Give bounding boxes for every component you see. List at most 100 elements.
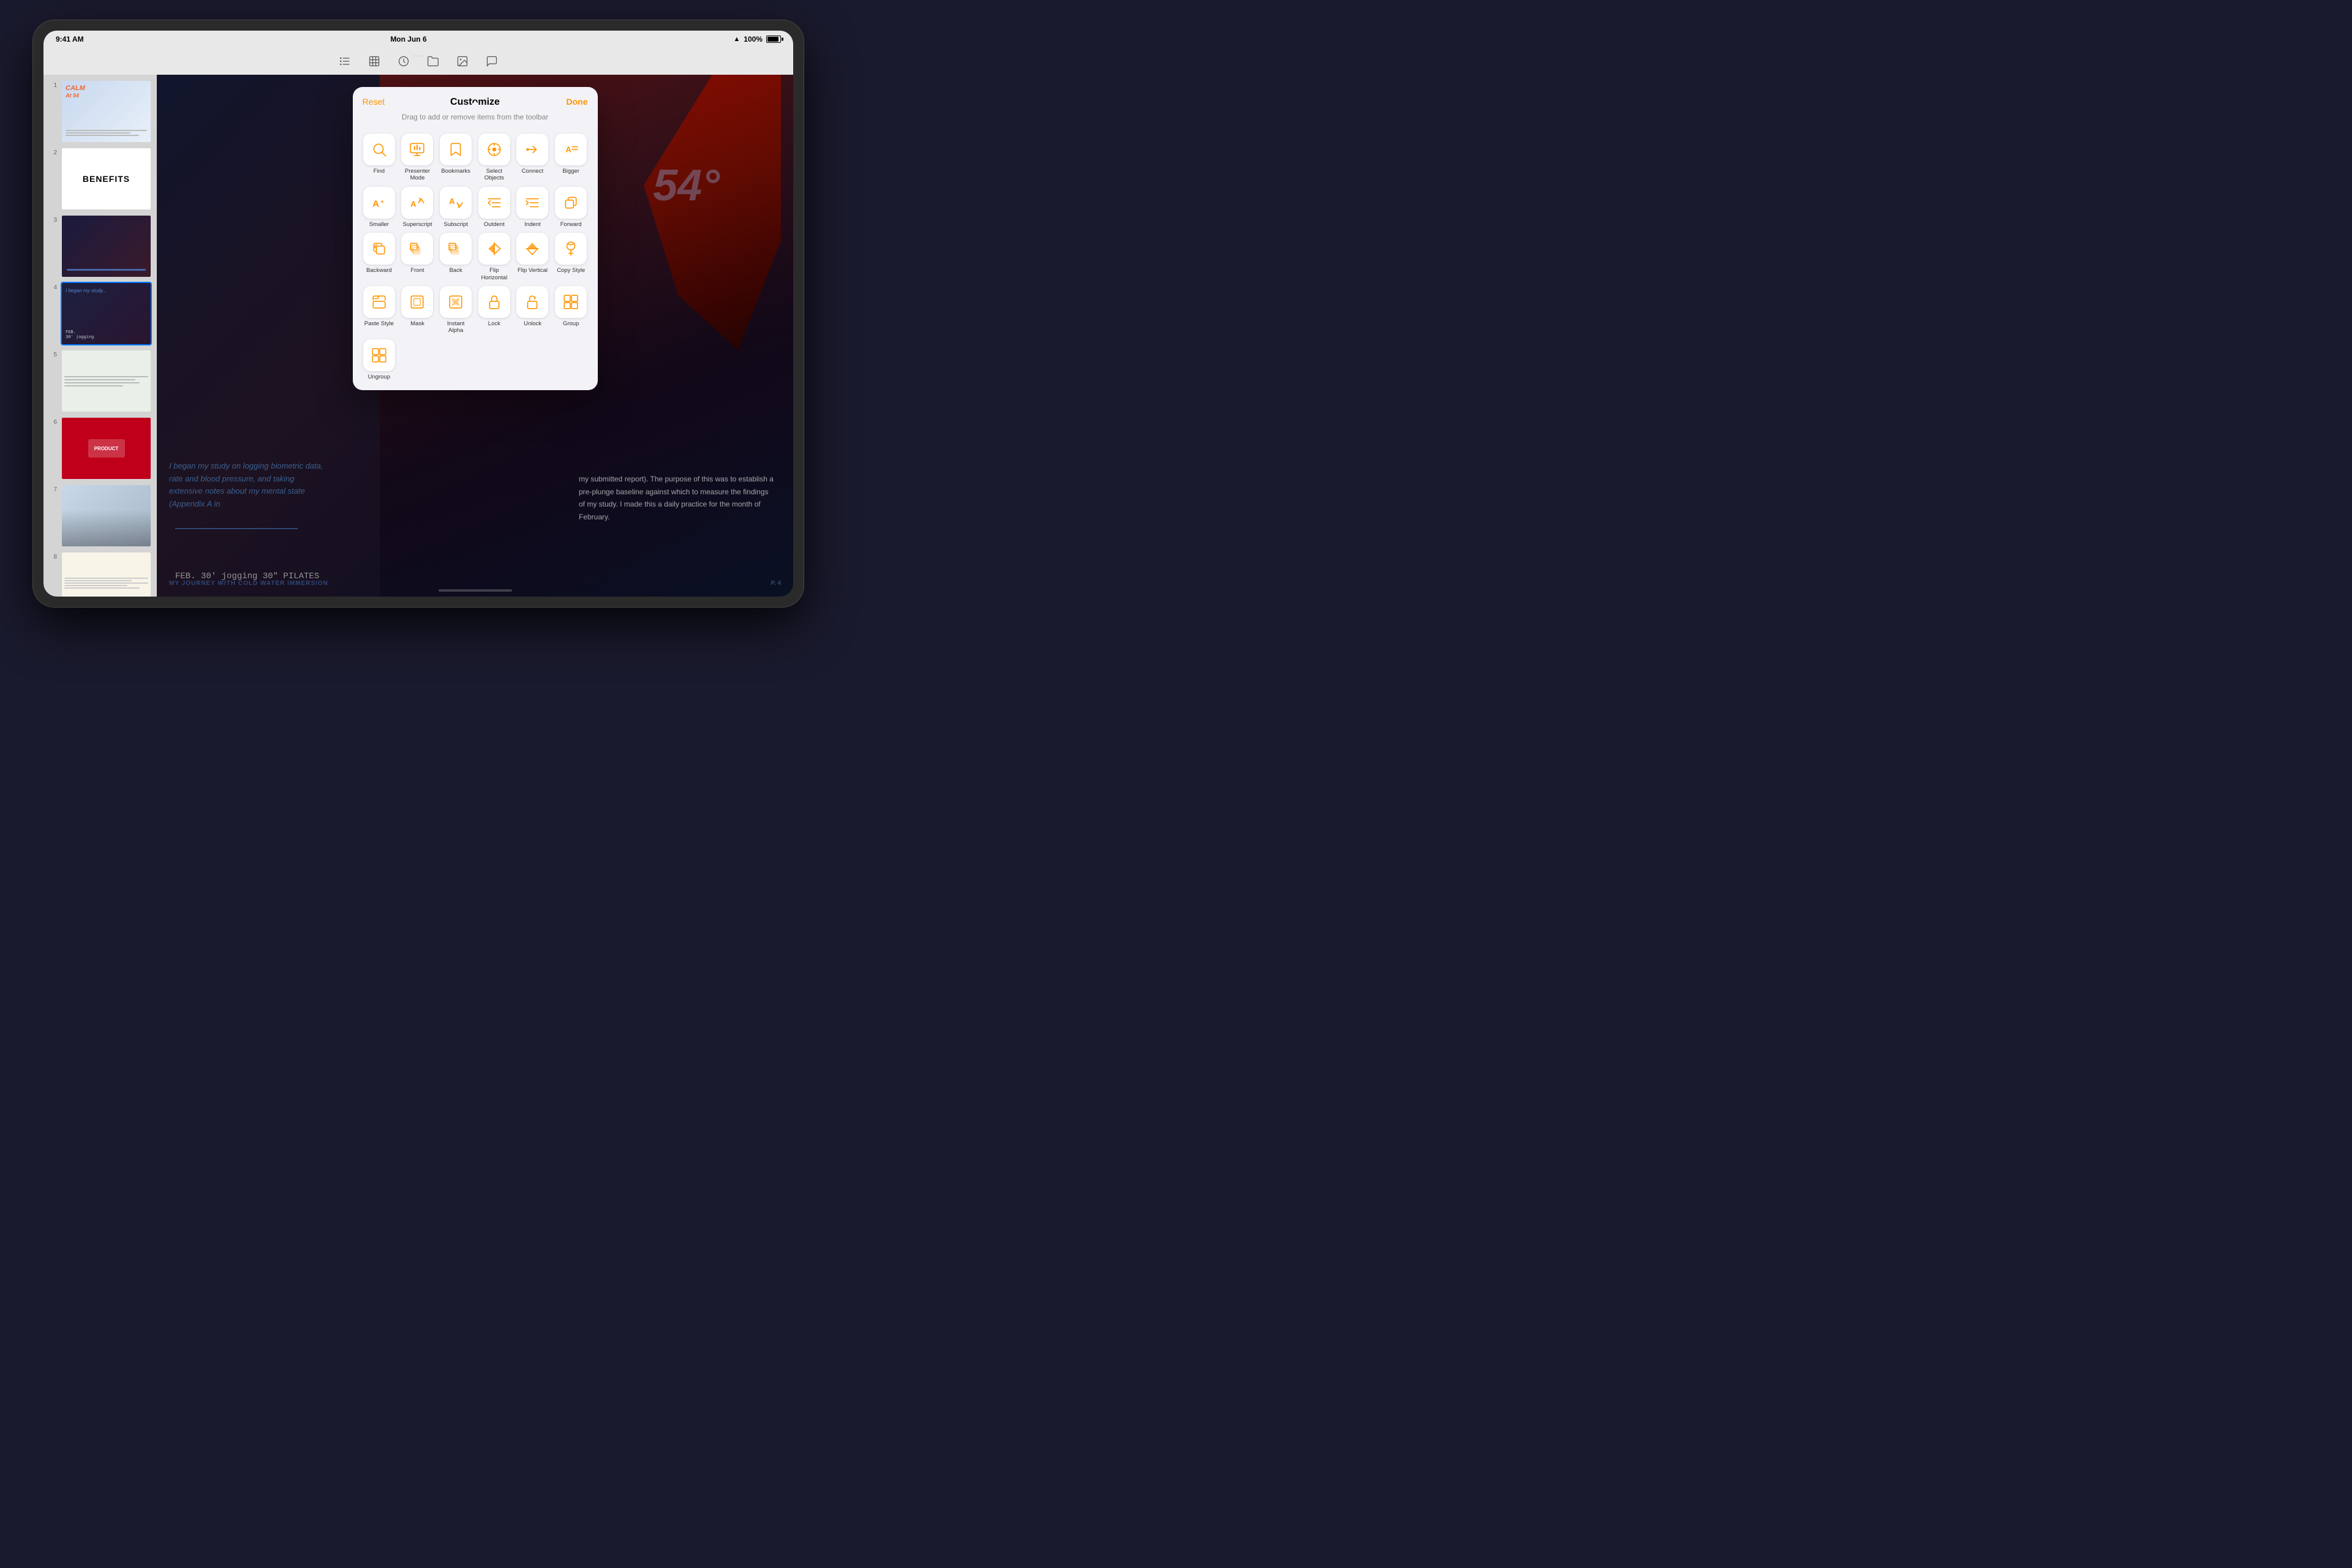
- list-item[interactable]: 5: [48, 349, 152, 413]
- modal-reset-button[interactable]: Reset: [363, 97, 385, 107]
- tool-indent-label: Indent: [524, 221, 540, 228]
- status-right: ▲ 100%: [733, 35, 781, 43]
- tool-lock-label: Lock: [488, 320, 500, 327]
- tool-group[interactable]: Group: [554, 286, 588, 334]
- copy-style-icon: [563, 241, 579, 257]
- flip-v-icon: [524, 241, 540, 257]
- tool-forward[interactable]: Forward: [554, 187, 588, 228]
- tool-forward-icon-box: [555, 187, 587, 219]
- tool-unlock-icon-box: [516, 286, 548, 318]
- tool-paste-style-label: Paste Style: [364, 320, 394, 327]
- svg-text:A: A: [449, 197, 455, 206]
- tool-backward[interactable]: Backward: [363, 233, 396, 281]
- tool-presenter-icon-box: [401, 134, 433, 165]
- tool-superscript-label: Superscript: [402, 221, 432, 228]
- tool-paste-style[interactable]: Paste Style: [363, 286, 396, 334]
- page-thumbnail[interactable]: CALMAt 54: [61, 80, 152, 143]
- modal-caret: [469, 100, 481, 108]
- page-thumbnail[interactable]: [61, 484, 152, 548]
- list-item[interactable]: 8: [48, 551, 152, 597]
- tool-select-objects[interactable]: Select Objects: [478, 134, 511, 182]
- tool-flip-horizontal[interactable]: Flip Horizontal: [478, 233, 511, 281]
- list-item[interactable]: 7: [48, 484, 152, 548]
- ungroup-icon: [371, 347, 387, 363]
- page-num: 1: [48, 80, 57, 89]
- tool-smaller[interactable]: A + Smaller: [363, 187, 396, 228]
- page-thumbnail[interactable]: [61, 349, 152, 413]
- tool-select-objects-label: Select Objects: [478, 168, 511, 182]
- group-icon: [563, 294, 579, 310]
- toolbar-comment-btn[interactable]: [478, 51, 505, 71]
- toolbar-table-btn[interactable]: [361, 51, 388, 71]
- modal-overlay: Reset Customize Done Drag to add or remo…: [157, 75, 793, 597]
- list-item[interactable]: 3: [48, 214, 152, 278]
- select-objects-icon: [486, 141, 502, 157]
- toolbar-gallery-btn[interactable]: [449, 51, 476, 71]
- tool-connect[interactable]: Connect: [516, 134, 549, 182]
- tool-find[interactable]: Find: [363, 134, 396, 182]
- tool-instant-alpha-icon-box: [440, 286, 472, 318]
- battery-icon: [766, 36, 781, 43]
- tool-group-icon-box: [555, 286, 587, 318]
- tool-outdent-icon-box: [478, 187, 510, 219]
- tool-connect-icon-box: [516, 134, 548, 165]
- toolbar-dots: ···: [413, 53, 423, 59]
- tool-back-label: Back: [450, 267, 462, 274]
- modal-subtitle: Drag to add or remove items from the too…: [353, 113, 598, 129]
- flip-h-icon: [486, 241, 502, 257]
- tool-unlock[interactable]: Unlock: [516, 286, 549, 334]
- toolbar-list-btn[interactable]: [331, 51, 358, 71]
- thumb-lines: [66, 130, 147, 137]
- forward-icon: [563, 195, 579, 211]
- tool-copy-style[interactable]: Copy Style: [554, 233, 588, 281]
- modal-done-button[interactable]: Done: [567, 97, 588, 107]
- outdent-icon: [486, 195, 502, 211]
- tool-mask[interactable]: Mask: [401, 286, 434, 334]
- tool-bigger-icon-box: A: [555, 134, 587, 165]
- list-item[interactable]: 6 PRODUCT: [48, 417, 152, 480]
- tool-bookmarks[interactable]: Bookmarks: [439, 134, 473, 182]
- tool-lock[interactable]: Lock: [478, 286, 511, 334]
- tool-outdent[interactable]: Outdent: [478, 187, 511, 228]
- doc-canvas: 54° I began my study on logging biometri…: [157, 75, 793, 597]
- smaller-icon: A +: [371, 195, 387, 211]
- tool-presenter-mode[interactable]: Presenter Mode: [401, 134, 434, 182]
- toolbar-folder-btn[interactable]: [420, 51, 447, 71]
- page-num: 5: [48, 349, 57, 358]
- tool-mask-label: Mask: [410, 320, 424, 327]
- tool-ungroup-icon-box: [363, 339, 395, 371]
- page-num: 6: [48, 417, 57, 426]
- tool-mask-icon-box: [401, 286, 433, 318]
- list-icon: [339, 55, 351, 67]
- tool-backward-icon-box: [363, 233, 395, 265]
- tool-flip-vertical[interactable]: Flip Vertical: [516, 233, 549, 281]
- tool-front-label: Front: [410, 267, 424, 274]
- tool-superscript[interactable]: A 1 Superscript: [401, 187, 434, 228]
- sidebar: 1 CALMAt 54 2 BE: [43, 75, 157, 597]
- thumb-title: CALMAt 54: [66, 85, 85, 99]
- gallery-icon: [456, 55, 469, 67]
- tool-subscript[interactable]: A 1 Subscript: [439, 187, 473, 228]
- tool-indent[interactable]: Indent: [516, 187, 549, 228]
- ipad-frame: 9:41 AM Mon Jun 6 ▲ 100% ···: [32, 20, 804, 608]
- list-item[interactable]: 2 BENEFITS: [48, 147, 152, 211]
- page-thumbnail[interactable]: BENEFITS: [61, 147, 152, 211]
- page-thumbnail[interactable]: [61, 551, 152, 597]
- page-thumbnail[interactable]: [61, 214, 152, 278]
- tool-bookmarks-icon-box: [440, 134, 472, 165]
- tool-bigger[interactable]: A Bigger: [554, 134, 588, 182]
- battery-percent: 100%: [744, 35, 763, 43]
- list-item[interactable]: 1 CALMAt 54: [48, 80, 152, 143]
- page-num: 4: [48, 282, 57, 291]
- tool-back[interactable]: Back: [439, 233, 473, 281]
- svg-text:+: +: [380, 199, 384, 206]
- tool-instant-alpha[interactable]: Instant Alpha: [439, 286, 473, 334]
- page-num: 3: [48, 214, 57, 224]
- tool-ungroup[interactable]: Ungroup: [363, 339, 396, 380]
- list-item[interactable]: 4 I began my study... FEB.30' jogging: [48, 282, 152, 345]
- tool-front[interactable]: Front: [401, 233, 434, 281]
- instant-alpha-icon: [448, 294, 464, 310]
- page-thumbnail[interactable]: I began my study... FEB.30' jogging: [61, 282, 152, 345]
- page-thumbnail[interactable]: PRODUCT: [61, 417, 152, 480]
- tool-flip-h-label: Flip Horizontal: [478, 267, 511, 281]
